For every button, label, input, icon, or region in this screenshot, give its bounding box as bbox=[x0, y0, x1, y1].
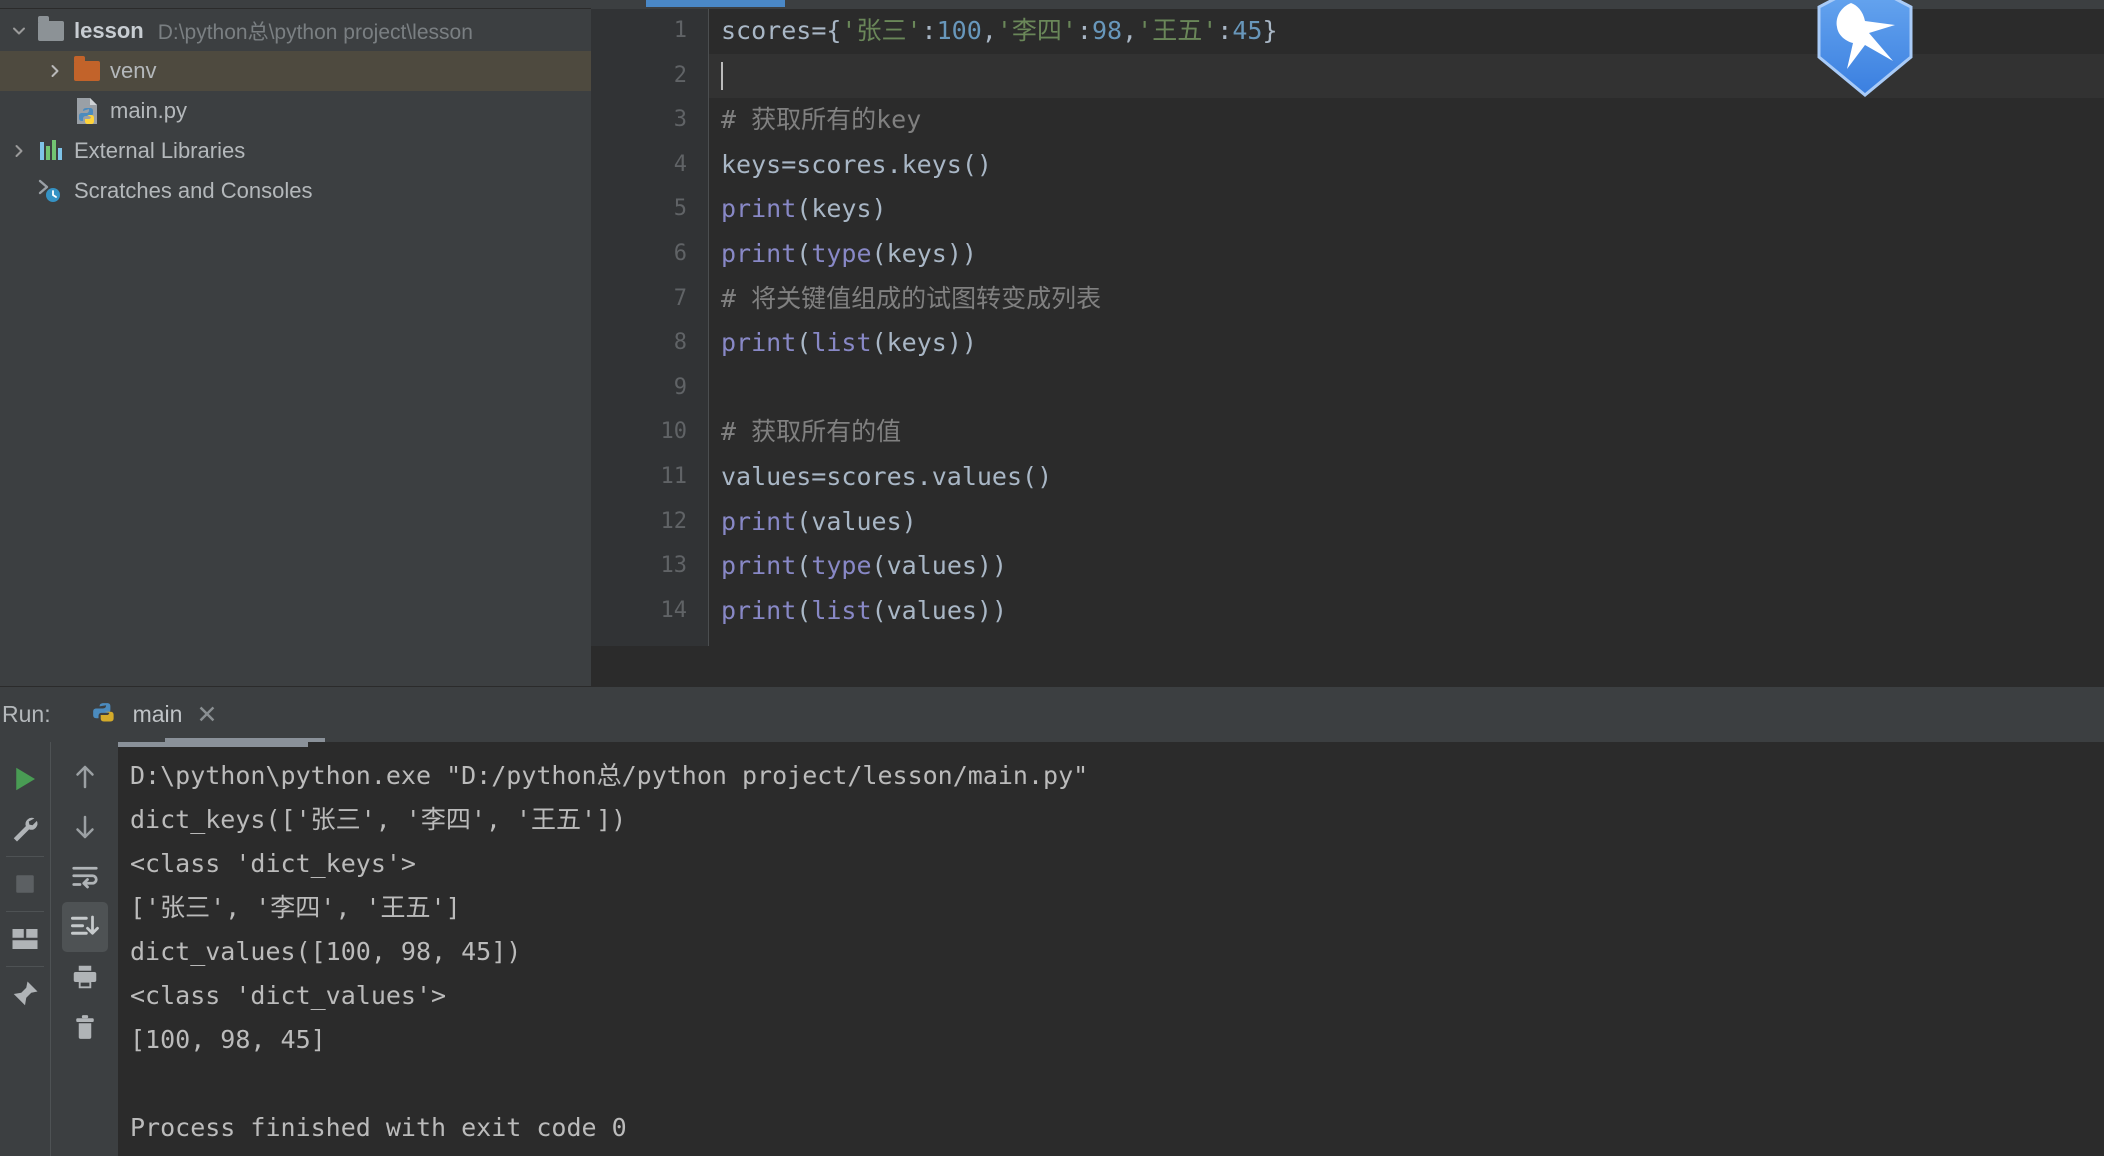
run-tab-label: main bbox=[132, 701, 183, 727]
run-window-title: Run: bbox=[2, 701, 51, 727]
line-number: 7 bbox=[673, 285, 687, 311]
editor-tab-bar bbox=[591, 0, 2104, 9]
line-number: 5 bbox=[673, 196, 687, 222]
console-scroll-indicator bbox=[118, 742, 308, 747]
code-area[interactable]: scores={'张三':100,'李四':98,'王五':45} # 获取所有… bbox=[709, 9, 2104, 646]
console-line: ['张三', '李四', '王五'] bbox=[130, 893, 461, 922]
rerun-button[interactable] bbox=[2, 754, 48, 804]
code-line[interactable]: # 将关键值组成的试图转变成列表 bbox=[709, 277, 2104, 322]
project-tool-window-header bbox=[0, 0, 591, 9]
project-tool-window: lesson D:\python总\python project\lesson … bbox=[0, 0, 591, 686]
line-number: 12 bbox=[660, 508, 688, 534]
tree-item-label: venv bbox=[110, 58, 157, 83]
code-line[interactable] bbox=[709, 366, 2104, 411]
python-file-icon bbox=[70, 97, 104, 125]
code-line[interactable]: print(list(keys)) bbox=[709, 321, 2104, 366]
chevron-right-icon[interactable] bbox=[4, 142, 34, 160]
editor: 1 2 3 4 5 6 7 8 9 10 11 12 13 14 scores=… bbox=[591, 0, 2104, 686]
code-line[interactable]: print(keys) bbox=[709, 187, 2104, 232]
console-line: dict_keys(['张三', '李四', '王五']) bbox=[130, 805, 627, 834]
editor-active-tab-indicator bbox=[646, 0, 785, 7]
run-body: D:\python\python.exe "D:/python总/python … bbox=[0, 742, 2104, 1156]
console-line: <class 'dict_values'> bbox=[130, 981, 447, 1010]
console-line: D:\python\python.exe "D:/python总/python … bbox=[130, 761, 1089, 790]
editor-body[interactable]: 1 2 3 4 5 6 7 8 9 10 11 12 13 14 scores=… bbox=[591, 0, 2104, 646]
main-split: lesson D:\python总\python project\lesson … bbox=[0, 0, 2104, 686]
tree-row-venv[interactable]: venv bbox=[0, 51, 591, 91]
soft-wrap-button[interactable] bbox=[62, 852, 108, 902]
down-the-stack-trace-button[interactable] bbox=[62, 802, 108, 852]
run-toolbar-secondary[interactable] bbox=[50, 742, 118, 1156]
project-root-path: D:\python总\python project\lesson bbox=[157, 21, 473, 44]
line-number: 11 bbox=[660, 463, 688, 489]
chevron-down-icon[interactable] bbox=[4, 22, 34, 40]
editor-bottom-filler bbox=[591, 646, 2104, 686]
clear-all-button[interactable] bbox=[62, 1002, 108, 1052]
pycharm-window: lesson D:\python总\python project\lesson … bbox=[0, 0, 2104, 1156]
code-line[interactable]: print(values) bbox=[709, 500, 2104, 545]
line-number: 3 bbox=[673, 107, 687, 133]
line-number: 10 bbox=[660, 419, 688, 445]
tree-item-label: External Libraries bbox=[74, 138, 246, 163]
code-line[interactable]: print(type(values)) bbox=[709, 544, 2104, 589]
code-line[interactable]: keys=scores.keys() bbox=[709, 143, 2104, 188]
code-line[interactable]: # 获取所有的key bbox=[709, 98, 2104, 143]
code-line[interactable]: # 获取所有的值 bbox=[709, 410, 2104, 455]
line-number: 13 bbox=[660, 553, 688, 579]
project-root-label: lesson bbox=[74, 18, 144, 43]
console-line: [100, 98, 45] bbox=[130, 1025, 326, 1054]
toolbar-divider bbox=[6, 856, 44, 857]
layout-button[interactable] bbox=[2, 914, 48, 964]
text-caret bbox=[721, 61, 723, 90]
print-button[interactable] bbox=[62, 952, 108, 1002]
code-line[interactable]: print(list(values)) bbox=[709, 589, 2104, 634]
console-line: dict_values([100, 98, 45]) bbox=[130, 937, 522, 966]
console-line: Process finished with exit code 0 bbox=[130, 1113, 627, 1142]
up-the-stack-trace-button[interactable] bbox=[62, 752, 108, 802]
code-line[interactable]: scores={'张三':100,'李四':98,'王五':45} bbox=[709, 9, 2104, 54]
run-tool-window-header: Run: main ✕ bbox=[0, 686, 2104, 743]
python-file-icon bbox=[91, 701, 119, 729]
line-number: 6 bbox=[673, 240, 687, 266]
editor-gutter[interactable]: 1 2 3 4 5 6 7 8 9 10 11 12 13 14 bbox=[591, 9, 709, 646]
tree-item-label: Scratches and Consoles bbox=[74, 178, 313, 203]
run-tab-main[interactable]: main ✕ bbox=[87, 687, 325, 743]
folder-orange-icon bbox=[70, 56, 104, 81]
close-icon[interactable]: ✕ bbox=[196, 700, 217, 730]
line-number: 1 bbox=[673, 18, 687, 43]
scratches-icon bbox=[34, 178, 68, 204]
line-number: 9 bbox=[673, 374, 687, 400]
code-line-current[interactable] bbox=[709, 53, 2104, 99]
chevron-right-icon[interactable] bbox=[40, 62, 70, 80]
run-configurations-button[interactable] bbox=[2, 804, 48, 854]
run-tool-window: Run: main ✕ D:\python\python.exe "D:/pyt… bbox=[0, 686, 2104, 1156]
stop-button[interactable] bbox=[2, 859, 48, 909]
tree-row-scratches-and-consoles[interactable]: Scratches and Consoles bbox=[0, 171, 591, 211]
tree-item-label: main.py bbox=[110, 98, 188, 123]
line-number: 4 bbox=[673, 151, 687, 177]
line-number: 8 bbox=[673, 330, 687, 356]
toolbar-divider bbox=[6, 966, 44, 967]
code-line[interactable]: values=scores.values() bbox=[709, 455, 2104, 500]
line-number: 14 bbox=[660, 597, 688, 623]
run-toolbar-primary[interactable] bbox=[0, 742, 50, 1156]
line-number: 2 bbox=[673, 62, 687, 88]
tree-row-main-py[interactable]: main.py bbox=[0, 91, 591, 131]
console-line: <class 'dict_keys'> bbox=[130, 849, 416, 878]
tree-row-project-root[interactable]: lesson D:\python总\python project\lesson bbox=[0, 11, 591, 51]
libraries-icon bbox=[34, 139, 68, 163]
run-console-output[interactable]: D:\python\python.exe "D:/python总/python … bbox=[118, 742, 2104, 1156]
pin-tab-button[interactable] bbox=[2, 969, 48, 1019]
code-line[interactable]: print(type(keys)) bbox=[709, 232, 2104, 277]
toolbar-divider bbox=[6, 911, 44, 912]
tree-row-external-libraries[interactable]: External Libraries bbox=[0, 131, 591, 171]
project-tree[interactable]: lesson D:\python总\python project\lesson … bbox=[0, 9, 591, 211]
scroll-to-end-button[interactable] bbox=[61, 902, 108, 952]
folder-icon bbox=[34, 16, 68, 41]
